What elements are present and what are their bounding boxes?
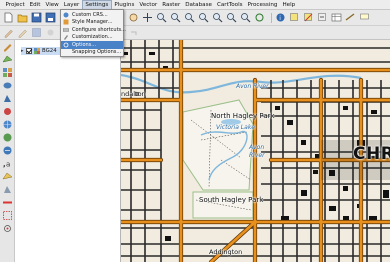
new-virtual-layer-icon[interactable] (2, 210, 13, 221)
zoom-full-icon[interactable] (198, 12, 209, 23)
remove-layer-icon[interactable] (2, 197, 13, 208)
style-manager-menu-item[interactable]: Style Manager... (61, 19, 123, 27)
settings-menu: Custom CRS... Style Manager... Configure… (60, 9, 126, 57)
undo-icon[interactable] (128, 27, 139, 38)
map-label-river: Avon River (236, 83, 269, 90)
add-feature-icon[interactable] (45, 27, 56, 38)
menu-raster[interactable]: Raster (160, 0, 183, 10)
new-spatialite-icon[interactable] (2, 184, 13, 195)
map-label-city: CHR (353, 144, 390, 164)
digitize-icon[interactable] (2, 41, 13, 52)
add-delimited-text-icon[interactable]: ,a (2, 158, 13, 169)
add-vector-layer-icon[interactable] (1, 54, 13, 65)
menu-view[interactable]: View (43, 0, 61, 10)
custom-crs-label: Custom CRS... (72, 11, 108, 18)
configure-shortcuts-label: Configure shortcuts... (72, 26, 126, 33)
add-postgis-layer-icon[interactable] (2, 80, 13, 91)
measure-icon[interactable] (345, 12, 356, 23)
map-label-south-park: South Hagley Park (199, 196, 264, 204)
select-features-icon[interactable] (289, 12, 300, 23)
menu-help[interactable]: Help (280, 0, 298, 10)
add-wms-layer-icon[interactable] (2, 119, 13, 130)
menu-project[interactable]: Project (3, 0, 27, 10)
map-label-water-1: Avon (249, 144, 265, 151)
save-as-icon[interactable] (45, 12, 56, 23)
deselect-icon[interactable] (303, 12, 314, 23)
menu-processing[interactable]: Processing (245, 0, 280, 10)
new-project-icon[interactable] (3, 12, 14, 23)
map-label-water-2: River (249, 152, 265, 159)
edit-toolbar (0, 26, 390, 40)
svg-text:a: a (6, 161, 10, 169)
layer-visibility-checkbox[interactable] (26, 48, 32, 54)
crs-icon (63, 12, 69, 18)
topographic-map (121, 40, 390, 262)
pan-to-selection-icon[interactable] (142, 12, 153, 23)
customization-menu-item[interactable]: Customization... (61, 34, 123, 42)
layers-panel: ▸ BG24 (15, 40, 121, 262)
add-spatialite-layer-icon[interactable] (2, 93, 13, 104)
zoom-in-icon[interactable] (156, 12, 167, 23)
identify-icon[interactable]: i (275, 12, 286, 23)
style-manager-label: Style Manager... (72, 19, 113, 26)
options-icon (63, 42, 69, 48)
map-canvas[interactable]: ndalton Avon River North Hagley Park Vic… (121, 40, 390, 262)
map-label-addington: Addington (209, 248, 243, 256)
map-label-lake: Victoria Lake (216, 124, 255, 131)
zoom-next-icon[interactable] (240, 12, 251, 23)
pan-icon[interactable] (128, 12, 139, 23)
zoom-out-icon[interactable] (170, 12, 181, 23)
add-raster-layer-icon[interactable] (2, 67, 13, 78)
snapping-options-label: Snapping Options... (72, 49, 122, 56)
open-attribute-table-icon[interactable] (331, 12, 342, 23)
expression-select-icon[interactable] (317, 12, 328, 23)
layer-name: BG24 (42, 48, 57, 54)
menu-vector[interactable]: Vector (137, 0, 160, 10)
menu-carttools[interactable]: CartTools (214, 0, 245, 10)
menu-bar: Project Edit View Layer Settings Plugins… (0, 0, 390, 10)
menu-database[interactable]: Database (183, 0, 215, 10)
save-edits-icon[interactable] (31, 27, 42, 38)
main-toolbar: i (0, 10, 390, 26)
add-wcs-layer-icon[interactable] (2, 132, 13, 143)
gps-icon[interactable] (2, 223, 13, 234)
save-project-icon[interactable] (31, 12, 42, 23)
open-project-icon[interactable] (17, 12, 28, 23)
zoom-native-icon[interactable] (184, 12, 195, 23)
custom-crs-menu-item[interactable]: Custom CRS... (61, 11, 123, 19)
refresh-icon[interactable] (254, 12, 265, 23)
map-label-suburb: ndalton (121, 90, 146, 98)
map-tips-icon[interactable] (359, 12, 370, 23)
raster-layer-icon (34, 48, 40, 54)
zoom-last-icon[interactable] (226, 12, 237, 23)
add-wfs-layer-icon[interactable] (2, 145, 13, 156)
options-menu-item[interactable]: Options... (61, 41, 123, 49)
map-label-north-park: North Hagley Park (211, 112, 275, 120)
current-edits-icon[interactable] (3, 27, 14, 38)
new-shapefile-icon[interactable] (1, 171, 13, 182)
zoom-layer-icon[interactable] (212, 12, 223, 23)
options-label: Options... (72, 41, 97, 48)
toggle-editing-icon[interactable] (17, 27, 28, 38)
keyboard-icon (63, 27, 69, 33)
add-mssql-layer-icon[interactable] (2, 106, 13, 117)
snapping-options-menu-item[interactable]: Snapping Options... (61, 49, 123, 57)
customization-icon (63, 34, 69, 41)
menu-edit[interactable]: Edit (27, 0, 43, 10)
configure-shortcuts-menu-item[interactable]: Configure shortcuts... (61, 26, 126, 34)
style-manager-icon (63, 19, 69, 25)
customization-label: Customization... (72, 34, 113, 41)
layer-toolbar: ,a (0, 40, 15, 262)
